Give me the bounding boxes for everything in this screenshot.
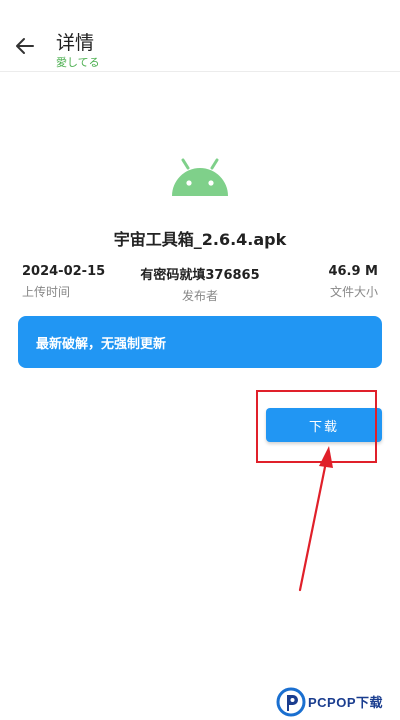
arrow-left-icon <box>16 38 34 54</box>
download-button[interactable]: 下载 <box>266 408 382 442</box>
file-size: 46.9 M 文件大小 <box>328 264 378 300</box>
notice-banner: 最新破解，无强制更新 <box>18 316 382 368</box>
publisher-value: 有密码就填376865 <box>140 268 260 283</box>
publisher: 有密码就填376865 发布者 <box>100 264 300 304</box>
watermark-text: PCPOP下载 <box>308 695 384 710</box>
publisher-label: 发布者 <box>181 289 218 303</box>
upload-date-value: 2024-02-15 <box>22 264 106 279</box>
upload-date: 2024-02-15 上传时间 <box>22 264 105 300</box>
top-bar: 详情 愛してる <box>0 0 400 72</box>
page-title: 详情 <box>56 32 95 54</box>
file-size-label: 文件大小 <box>329 285 378 299</box>
file-size-value: 46.9 M <box>328 264 378 279</box>
page-subtitle: 愛してる <box>56 56 100 69</box>
android-icon <box>172 158 228 196</box>
watermark: PCPOP下载 <box>276 683 400 720</box>
upload-date-label: 上传时间 <box>22 285 71 299</box>
pcpop-logo-icon <box>276 687 306 716</box>
file-name: 宇宙工具箱_2.6.4.apk <box>113 230 287 249</box>
back-button[interactable] <box>10 31 40 61</box>
